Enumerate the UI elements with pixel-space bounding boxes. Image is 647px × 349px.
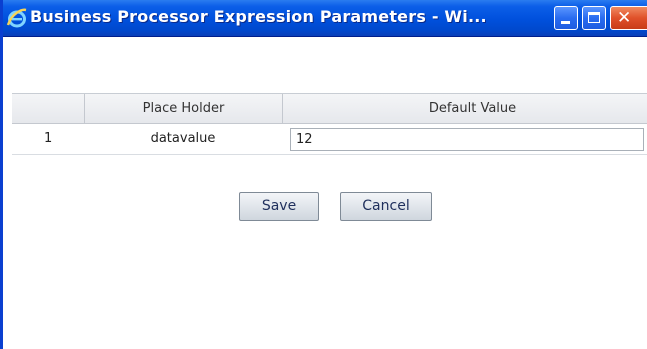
default-value-input[interactable] [290,128,644,151]
internet-explorer-icon [6,8,27,28]
table-row: 1 datavalue [12,124,647,155]
parameters-grid: Place Holder Default Value 1 datavalue [12,93,647,155]
row-index: 1 [44,131,53,146]
cancel-button[interactable]: Cancel [340,192,432,221]
minimize-icon [561,21,570,24]
dialog-window: Business Processor Expression Parameters… [0,0,647,349]
grid-header: Place Holder Default Value [12,94,647,124]
minimize-button[interactable] [554,6,578,30]
title-bar[interactable]: Business Processor Expression Parameters… [3,0,647,37]
save-button[interactable]: Save [239,192,319,221]
column-header-default-value[interactable]: Default Value [282,94,647,123]
window-title: Business Processor Expression Parameters… [30,7,487,26]
column-header-place-holder[interactable]: Place Holder [84,94,282,123]
dialog-body: Place Holder Default Value 1 datavalue S… [3,37,647,349]
close-button[interactable]: ✕ [610,6,647,30]
close-icon: ✕ [617,8,632,28]
maximize-button[interactable] [582,6,606,30]
default-value-cell [282,124,647,154]
place-holder-value: datavalue [150,131,216,146]
maximize-icon [588,12,600,23]
column-header-index [12,94,84,123]
